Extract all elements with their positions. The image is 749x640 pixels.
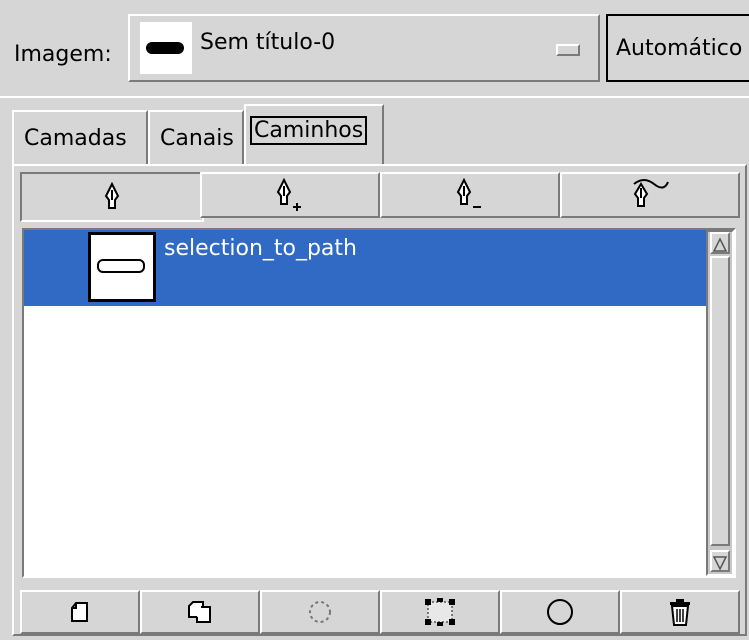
path-remove-point-button[interactable]: [380, 172, 560, 218]
tab-paths[interactable]: Caminhos: [244, 104, 384, 166]
delete-path-button[interactable]: [620, 590, 740, 634]
image-thumbnail: [140, 22, 192, 74]
stroke-path-icon: [425, 598, 455, 626]
path-row[interactable]: selection_to_path: [24, 230, 706, 306]
stroke-path-button[interactable]: [380, 590, 500, 634]
scroll-down-arrow-icon[interactable]: [710, 550, 730, 572]
scroll-thumb[interactable]: [710, 256, 730, 546]
path-design-icon: [104, 182, 120, 209]
auto-button-label: Automático: [616, 36, 743, 61]
path-add-point-icon: [276, 178, 301, 211]
path-name: selection_to_path: [164, 236, 357, 261]
path-to-selection-button[interactable]: [260, 590, 380, 634]
new-path-icon: [71, 602, 88, 622]
circle-path-button[interactable]: [500, 590, 620, 634]
new-path-button[interactable]: [20, 590, 140, 634]
path-to-selection-icon: [309, 601, 331, 623]
path-thumbnail: [88, 232, 156, 302]
tab-paths-label: Caminhos: [249, 116, 368, 145]
tab-layers[interactable]: Camadas: [12, 110, 148, 164]
dropdown-indicator-icon[interactable]: [556, 44, 580, 56]
duplicate-path-icon: [188, 601, 211, 623]
scroll-up-arrow-icon[interactable]: [710, 232, 730, 254]
path-add-point-button[interactable]: [200, 172, 380, 218]
image-selector[interactable]: Sem título-0: [128, 14, 600, 82]
path-edit-curve-icon: [633, 179, 669, 207]
tab-channels-label: Canais: [160, 126, 234, 151]
circle-path-icon: [547, 599, 573, 625]
auto-button[interactable]: Automático: [606, 14, 749, 82]
paths-list[interactable]: selection_to_path: [22, 228, 736, 578]
path-design-button[interactable]: [20, 172, 204, 222]
image-label: Imagem:: [14, 42, 112, 67]
trash-icon: [670, 599, 690, 626]
path-remove-point-icon: [456, 178, 481, 208]
duplicate-path-button[interactable]: [140, 590, 260, 634]
paths-panel: selection_to_path: [12, 164, 747, 636]
tab-channels[interactable]: Canais: [148, 110, 244, 164]
dock-notebook: Camadas Canais Caminhos selection_to_pat…: [0, 96, 749, 640]
image-name: Sem título-0: [200, 30, 336, 55]
tab-layers-label: Camadas: [24, 126, 127, 151]
path-edit-curve-button[interactable]: [560, 172, 740, 218]
paths-scrollbar[interactable]: [706, 230, 734, 576]
